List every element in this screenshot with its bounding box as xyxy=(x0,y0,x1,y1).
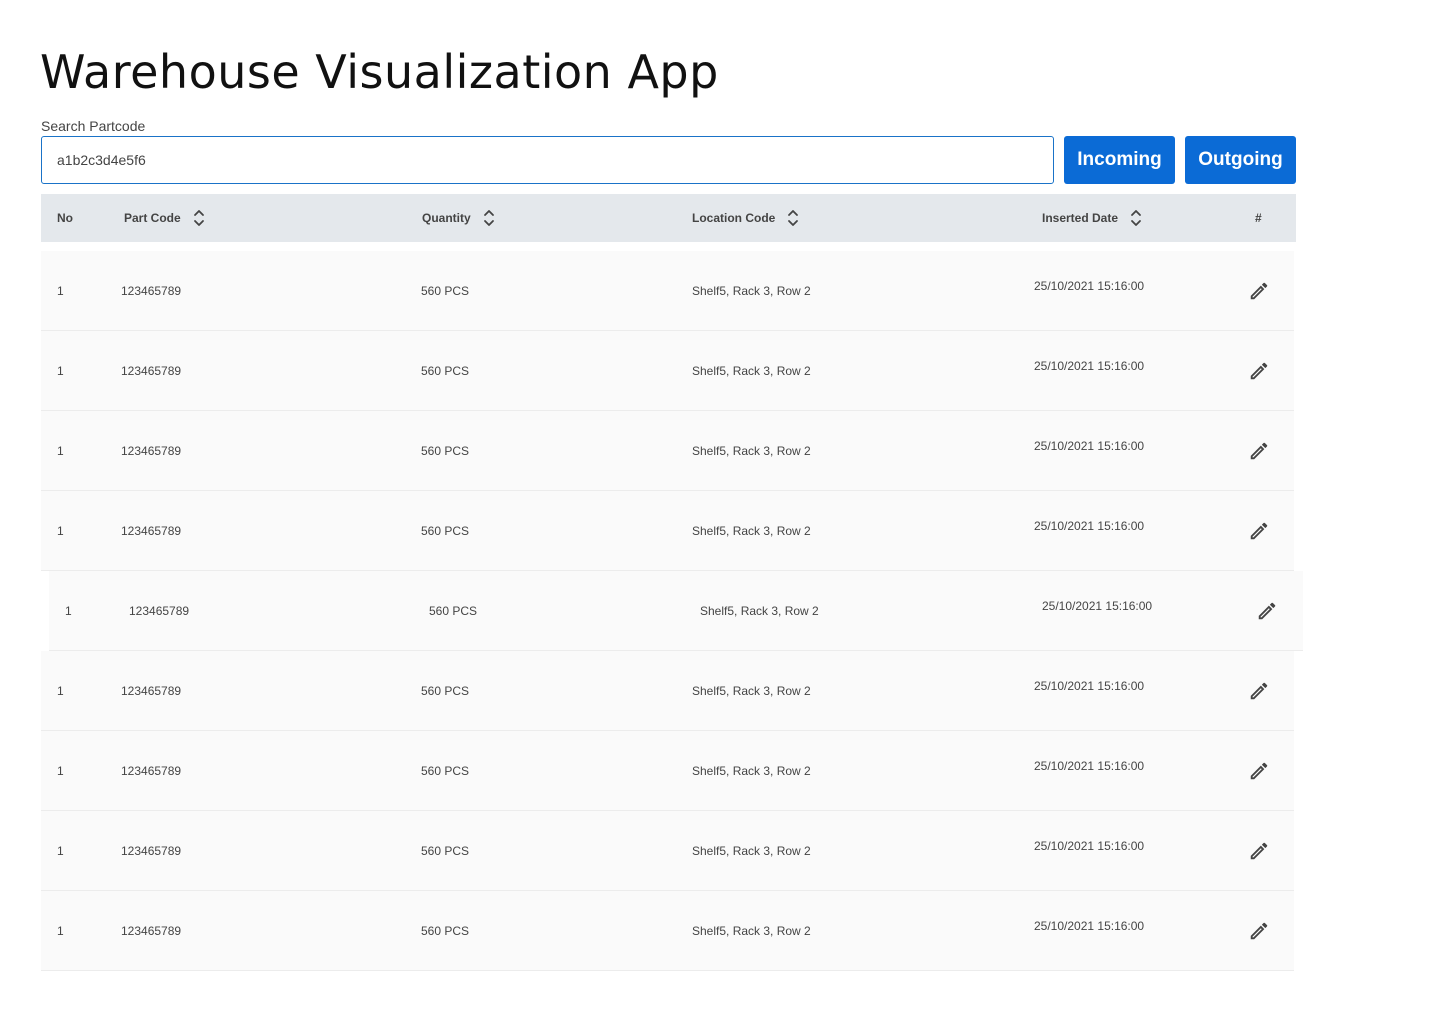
cell-actions xyxy=(1256,571,1278,651)
cell-part-code: 123465789 xyxy=(129,604,190,618)
column-header-part-code[interactable]: Part Code xyxy=(124,194,205,242)
column-header-no: No xyxy=(57,194,73,242)
cell-part-code: 123465789 xyxy=(121,444,182,458)
edit-icon[interactable] xyxy=(1256,600,1278,622)
cell-no: 1 xyxy=(57,764,64,778)
cell-location-code: Shelf5, Rack 3, Row 2 xyxy=(692,844,811,858)
sort-icon[interactable] xyxy=(193,207,205,229)
table-body: 1 123465789 560 PCS Shelf5, Rack 3, Row … xyxy=(41,251,1303,971)
cell-no: 1 xyxy=(57,844,64,858)
sort-icon[interactable] xyxy=(787,207,799,229)
cell-quantity: 560 PCS xyxy=(421,844,470,858)
table-row: 1 123465789 560 PCS Shelf5, Rack 3, Row … xyxy=(41,811,1294,891)
cell-actions xyxy=(1248,731,1270,811)
cell-actions xyxy=(1248,891,1270,971)
cell-actions xyxy=(1248,331,1270,411)
table-row: 1 123465789 560 PCS Shelf5, Rack 3, Row … xyxy=(41,491,1294,571)
column-header-label: Location Code xyxy=(692,211,776,225)
edit-icon[interactable] xyxy=(1248,440,1270,462)
edit-icon[interactable] xyxy=(1248,760,1270,782)
column-header-label: # xyxy=(1255,211,1262,225)
table-header: No Part Code Quantity Location Code Inse… xyxy=(41,194,1296,242)
cell-actions xyxy=(1248,251,1270,331)
cell-no: 1 xyxy=(57,444,64,458)
column-header-label: Part Code xyxy=(124,211,181,225)
edit-icon[interactable] xyxy=(1248,360,1270,382)
incoming-button[interactable]: Incoming xyxy=(1064,136,1175,184)
cell-quantity: 560 PCS xyxy=(421,444,470,458)
parts-table: No Part Code Quantity Location Code Inse… xyxy=(41,194,1303,971)
column-header-quantity[interactable]: Quantity xyxy=(422,194,495,242)
column-header-inserted-date[interactable]: Inserted Date xyxy=(1042,194,1142,242)
column-header-label: No xyxy=(57,211,73,225)
edit-icon[interactable] xyxy=(1248,920,1270,942)
sort-icon[interactable] xyxy=(483,207,495,229)
cell-actions xyxy=(1248,411,1270,491)
search-label: Search Partcode xyxy=(41,118,146,134)
search-input[interactable] xyxy=(41,136,1054,184)
cell-inserted-date: 25/10/2021 15:16:00 xyxy=(1042,599,1153,613)
sort-icon[interactable] xyxy=(1130,207,1142,229)
table-row: 1 123465789 560 PCS Shelf5, Rack 3, Row … xyxy=(49,571,1303,651)
cell-location-code: Shelf5, Rack 3, Row 2 xyxy=(692,684,811,698)
cell-inserted-date: 25/10/2021 15:16:00 xyxy=(1034,279,1145,293)
cell-inserted-date: 25/10/2021 15:16:00 xyxy=(1034,839,1145,853)
cell-part-code: 123465789 xyxy=(121,684,182,698)
cell-location-code: Shelf5, Rack 3, Row 2 xyxy=(692,444,811,458)
cell-actions xyxy=(1248,651,1270,731)
cell-quantity: 560 PCS xyxy=(421,764,470,778)
cell-inserted-date: 25/10/2021 15:16:00 xyxy=(1034,919,1145,933)
column-header-location-code[interactable]: Location Code xyxy=(692,194,799,242)
cell-part-code: 123465789 xyxy=(121,364,182,378)
cell-quantity: 560 PCS xyxy=(421,524,470,538)
cell-inserted-date: 25/10/2021 15:16:00 xyxy=(1034,439,1145,453)
cell-inserted-date: 25/10/2021 15:16:00 xyxy=(1034,359,1145,373)
cell-part-code: 123465789 xyxy=(121,924,182,938)
cell-inserted-date: 25/10/2021 15:16:00 xyxy=(1034,759,1145,773)
edit-icon[interactable] xyxy=(1248,840,1270,862)
cell-no: 1 xyxy=(57,284,64,298)
table-row: 1 123465789 560 PCS Shelf5, Rack 3, Row … xyxy=(41,411,1294,491)
cell-quantity: 560 PCS xyxy=(421,684,470,698)
table-row: 1 123465789 560 PCS Shelf5, Rack 3, Row … xyxy=(41,891,1294,971)
cell-inserted-date: 25/10/2021 15:16:00 xyxy=(1034,679,1145,693)
cell-quantity: 560 PCS xyxy=(421,924,470,938)
app-page: Warehouse Visualization App Search Partc… xyxy=(0,0,1440,1024)
cell-location-code: Shelf5, Rack 3, Row 2 xyxy=(692,764,811,778)
cell-location-code: Shelf5, Rack 3, Row 2 xyxy=(692,364,811,378)
cell-no: 1 xyxy=(57,524,64,538)
cell-location-code: Shelf5, Rack 3, Row 2 xyxy=(700,604,819,618)
cell-part-code: 123465789 xyxy=(121,764,182,778)
cell-no: 1 xyxy=(57,364,64,378)
cell-actions xyxy=(1248,811,1270,891)
edit-icon[interactable] xyxy=(1248,280,1270,302)
cell-quantity: 560 PCS xyxy=(421,364,470,378)
column-header-actions: # xyxy=(1255,194,1262,242)
column-header-label: Quantity xyxy=(422,211,471,225)
cell-inserted-date: 25/10/2021 15:16:00 xyxy=(1034,519,1145,533)
cell-quantity: 560 PCS xyxy=(421,284,470,298)
cell-location-code: Shelf5, Rack 3, Row 2 xyxy=(692,524,811,538)
cell-part-code: 123465789 xyxy=(121,284,182,298)
table-row: 1 123465789 560 PCS Shelf5, Rack 3, Row … xyxy=(41,251,1294,331)
cell-no: 1 xyxy=(65,604,72,618)
outgoing-button[interactable]: Outgoing xyxy=(1185,136,1296,184)
table-row: 1 123465789 560 PCS Shelf5, Rack 3, Row … xyxy=(41,731,1294,811)
cell-no: 1 xyxy=(57,684,64,698)
edit-icon[interactable] xyxy=(1248,680,1270,702)
cell-location-code: Shelf5, Rack 3, Row 2 xyxy=(692,284,811,298)
cell-part-code: 123465789 xyxy=(121,524,182,538)
table-row: 1 123465789 560 PCS Shelf5, Rack 3, Row … xyxy=(41,651,1294,731)
edit-icon[interactable] xyxy=(1248,520,1270,542)
cell-actions xyxy=(1248,491,1270,571)
page-title: Warehouse Visualization App xyxy=(40,45,719,99)
table-row: 1 123465789 560 PCS Shelf5, Rack 3, Row … xyxy=(41,331,1294,411)
cell-location-code: Shelf5, Rack 3, Row 2 xyxy=(692,924,811,938)
cell-quantity: 560 PCS xyxy=(429,604,478,618)
column-header-label: Inserted Date xyxy=(1042,211,1119,225)
cell-part-code: 123465789 xyxy=(121,844,182,858)
cell-no: 1 xyxy=(57,924,64,938)
